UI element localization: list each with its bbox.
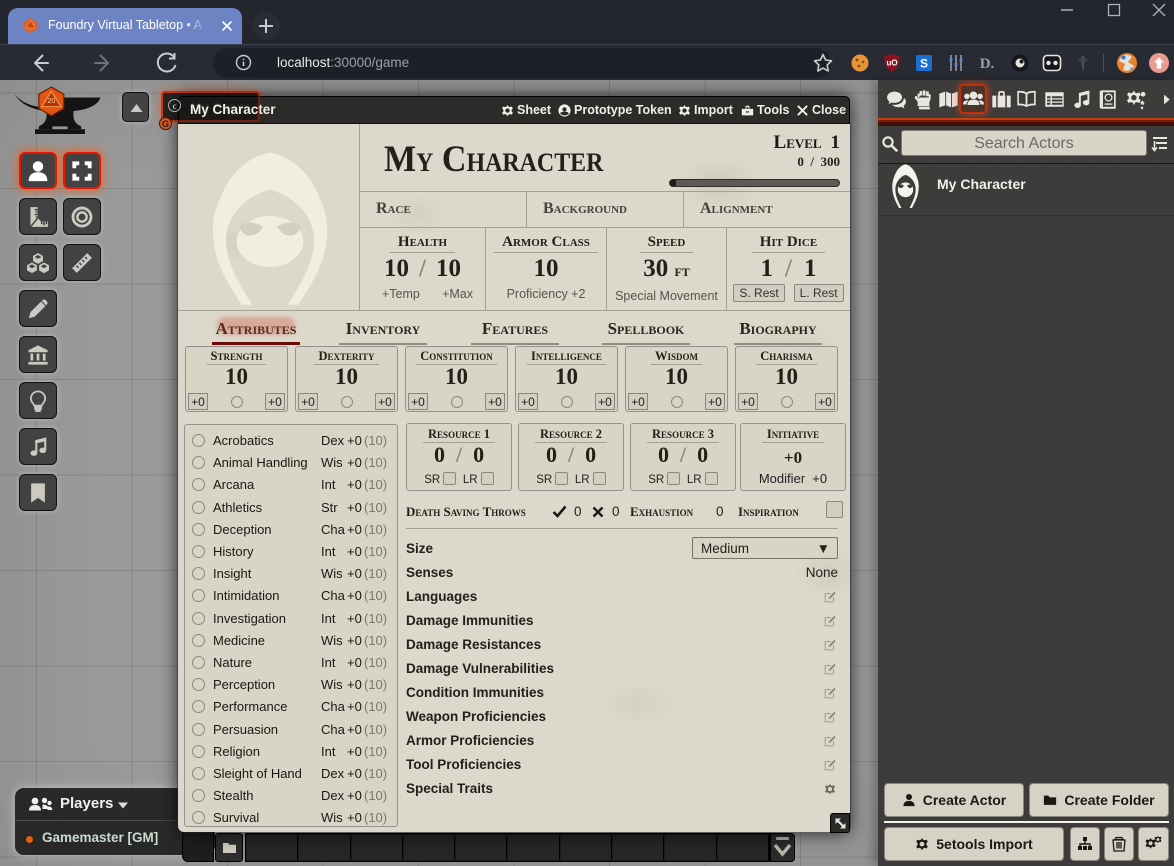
svg-text:D.: D. <box>980 56 995 72</box>
svg-text:uO: uO <box>886 59 897 68</box>
svg-text:S: S <box>920 57 928 71</box>
svg-text:20: 20 <box>47 96 55 105</box>
